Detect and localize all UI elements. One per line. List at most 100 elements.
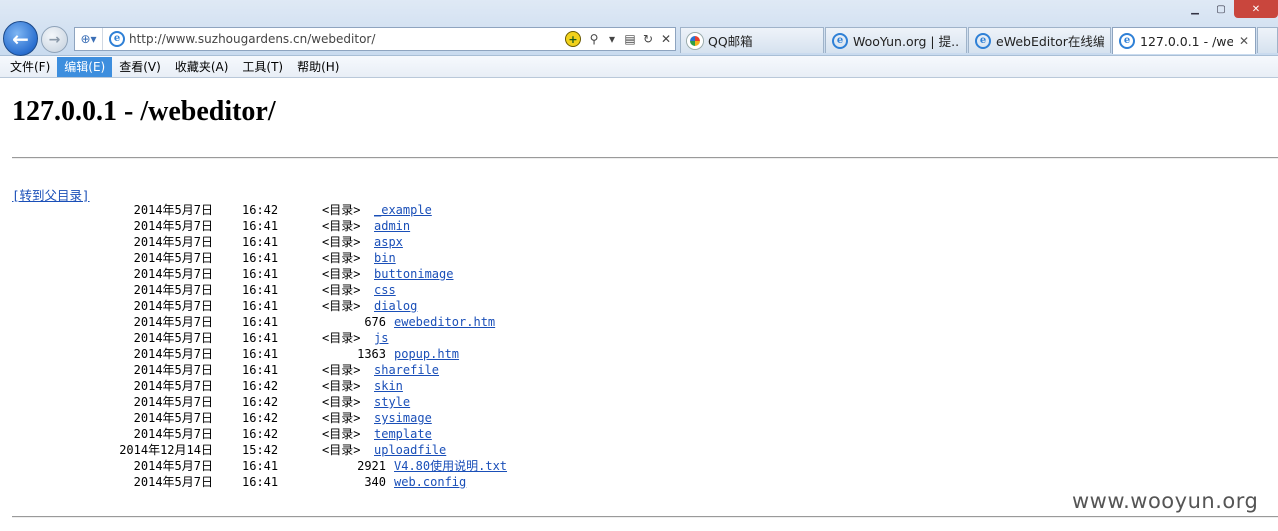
file-link[interactable]: popup.htm [394, 346, 459, 362]
entry-date: 2014年5月7日 [133, 395, 213, 409]
forward-button[interactable]: → [41, 26, 68, 53]
entry-dir-marker: <目录> [322, 363, 361, 377]
directory-link[interactable]: buttonimage [374, 266, 453, 282]
listing-row: 2014年5月7日 16:42 <目录> template [0, 426, 900, 442]
directory-link[interactable]: template [374, 426, 432, 442]
minimize-icon[interactable]: ▁ [1182, 0, 1208, 18]
divider [12, 516, 1278, 518]
menu-file[interactable]: 文件(F) [3, 57, 57, 77]
file-link[interactable]: V4.80使用说明.txt [394, 458, 507, 474]
page-content: 127.0.0.1 - /webeditor/ [转到父目录] 2014年5月7… [0, 79, 1278, 531]
menu-tools[interactable]: 工具(T) [235, 57, 290, 77]
entry-dir-marker: <目录> [322, 283, 361, 297]
entry-dir-marker: <目录> [322, 395, 361, 409]
close-window-icon[interactable]: ✕ [1234, 0, 1278, 18]
new-tab-button[interactable] [1257, 27, 1278, 53]
entry-time: 16:41 [242, 475, 279, 489]
entry-date: 2014年5月7日 [133, 379, 213, 393]
entry-dir-marker: <目录> [322, 427, 361, 441]
addon-icon[interactable]: + [565, 31, 581, 47]
listing-row: 2014年5月7日 16:41 <目录> js [0, 330, 900, 346]
listing-row: 2014年5月7日 16:41 676 ewebeditor.htm [0, 314, 900, 330]
entry-time: 16:41 [242, 235, 279, 249]
listing-row: 2014年5月7日 16:41 340 web.config [0, 474, 900, 490]
listing-row: 2014年5月7日 16:42 <目录> sysimage [0, 410, 900, 426]
menu-edit[interactable]: 编辑(E) [57, 56, 113, 77]
listing-row: 2014年5月7日 16:41 <目录> admin [0, 218, 900, 234]
listing-row: 2014年5月7日 16:42 <目录> skin [0, 378, 900, 394]
tab-qq-mail[interactable]: QQ邮箱 [680, 27, 824, 53]
listing-row: 2014年5月7日 16:41 <目录> css [0, 282, 900, 298]
directory-link[interactable]: dialog [374, 298, 417, 314]
entry-dir-marker: <目录> [322, 379, 361, 393]
tab-current[interactable]: e 127.0.0.1 - /we... ✕ [1112, 27, 1256, 54]
entry-date: 2014年12月14日 [119, 443, 213, 457]
directory-link[interactable]: style [374, 394, 410, 410]
entry-date: 2014年5月7日 [133, 219, 213, 233]
directory-link[interactable]: js [374, 330, 388, 346]
url-input[interactable] [129, 29, 565, 49]
back-button[interactable]: ← [3, 21, 38, 56]
directory-link[interactable]: _example [374, 202, 432, 218]
directory-link[interactable]: skin [374, 378, 403, 394]
stop-icon[interactable]: ✕ [657, 29, 675, 49]
entry-dir-marker: <目录> [322, 251, 361, 265]
refresh-icon[interactable]: ↻ [639, 29, 657, 49]
directory-link[interactable]: uploadfile [374, 442, 446, 458]
entry-time: 16:41 [242, 251, 279, 265]
compat-view-icon[interactable]: ⊕▾ [75, 28, 103, 50]
listing-row: 2014年5月7日 16:41 <目录> dialog [0, 298, 900, 314]
directory-link[interactable]: sharefile [374, 362, 439, 378]
entry-dir-marker: <目录> [322, 299, 361, 313]
tab-ewebeditor[interactable]: e eWebEditor在线编... [968, 27, 1111, 53]
entry-date: 2014年5月7日 [133, 203, 213, 217]
entry-size: 2921 [357, 459, 386, 473]
directory-link[interactable]: css [374, 282, 396, 298]
window-controls: ▁ ▢ ✕ [1182, 0, 1278, 20]
listing-row: 2014年5月7日 16:41 <目录> bin [0, 250, 900, 266]
page-title: 127.0.0.1 - /webeditor/ [12, 96, 276, 127]
entry-time: 16:42 [242, 427, 279, 441]
menu-view[interactable]: 查看(V) [112, 57, 168, 77]
browser-toolbar: ▁ ▢ ✕ ← → ⊕▾ e + ⚲ ▾ ▤ ↻ ✕ QQ邮箱 e WooYun… [0, 0, 1278, 56]
address-bar: ⊕▾ e + ⚲ ▾ ▤ ↻ ✕ [74, 27, 676, 51]
directory-link[interactable]: bin [374, 250, 396, 266]
entry-time: 16:41 [242, 331, 279, 345]
listing-row: 2014年5月7日 16:41 2921 V4.80使用说明.txt [0, 458, 900, 474]
tab-wooyun[interactable]: e WooYun.org | 提... [825, 27, 967, 53]
entry-time: 16:41 [242, 459, 279, 473]
compat-page-icon[interactable]: ▤ [621, 29, 639, 49]
entry-time: 16:42 [242, 395, 279, 409]
listing-row: 2014年5月7日 16:42 <目录> style [0, 394, 900, 410]
directory-link[interactable]: admin [374, 218, 410, 234]
qq-icon [687, 32, 703, 49]
listing-row: 2014年5月7日 16:41 <目录> buttonimage [0, 266, 900, 282]
ie-icon: e [975, 32, 991, 49]
search-icon[interactable]: ⚲ [585, 29, 603, 49]
entry-date: 2014年5月7日 [133, 411, 213, 425]
watermark: www.wooyun.org [1072, 489, 1259, 513]
forward-arrow-icon: → [48, 31, 61, 48]
entry-time: 16:41 [242, 363, 279, 377]
entry-size: 340 [364, 475, 386, 489]
entry-dir-marker: <目录> [322, 203, 361, 217]
entry-time: 16:41 [242, 347, 279, 361]
entry-date: 2014年5月7日 [133, 267, 213, 281]
entry-time: 16:41 [242, 299, 279, 313]
directory-link[interactable]: aspx [374, 234, 403, 250]
menu-favorites[interactable]: 收藏夹(A) [168, 57, 236, 77]
dropdown-icon[interactable]: ▾ [603, 29, 621, 49]
menu-bar: 文件(F) 编辑(E) 查看(V) 收藏夹(A) 工具(T) 帮助(H) [0, 56, 1278, 78]
file-link[interactable]: ewebeditor.htm [394, 314, 495, 330]
listing-row: 2014年5月7日 16:41 <目录> aspx [0, 234, 900, 250]
entry-date: 2014年5月7日 [133, 427, 213, 441]
close-tab-icon[interactable]: ✕ [1233, 34, 1249, 48]
directory-link[interactable]: sysimage [374, 410, 432, 426]
entry-dir-marker: <目录> [322, 331, 361, 345]
entry-time: 16:41 [242, 315, 279, 329]
file-link[interactable]: web.config [394, 474, 466, 490]
maximize-icon[interactable]: ▢ [1208, 0, 1234, 18]
entry-dir-marker: <目录> [322, 219, 361, 233]
menu-help[interactable]: 帮助(H) [290, 57, 346, 77]
entry-date: 2014年5月7日 [133, 331, 213, 345]
